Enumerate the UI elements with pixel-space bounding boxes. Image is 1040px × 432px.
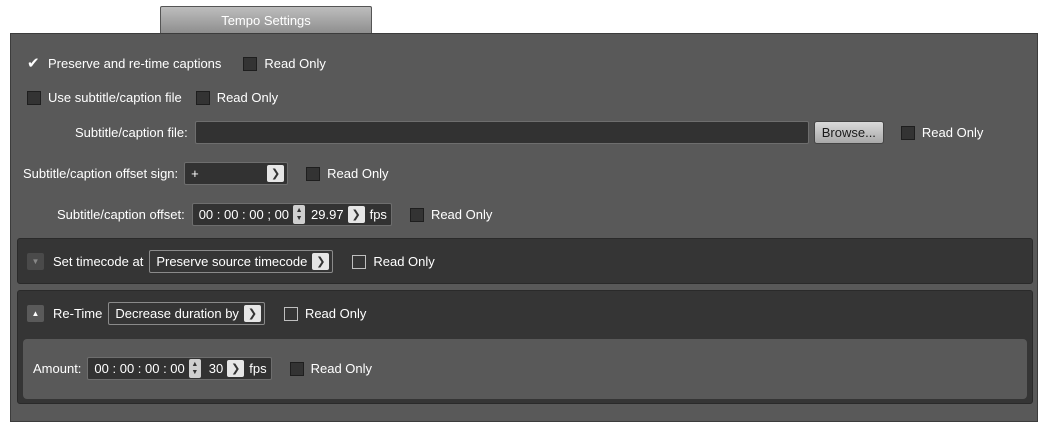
amount-timecode-input[interactable]: 00 : 00 : 00 : 00 ▲ ▼ 30 ❯ fps [87,357,272,380]
set-timecode-readonly-checkbox[interactable] [352,254,367,269]
retime-value: Decrease duration by [115,306,239,321]
chevron-down-icon[interactable]: ❯ [347,206,365,223]
chevron-down-icon: ❯ [243,305,261,322]
tempo-settings-panel: Preserve and re-time captions Read Only … [10,33,1038,422]
use-file-checkbox[interactable] [27,90,41,105]
offset-sign-value: + [191,166,199,181]
browse-button[interactable]: Browse... [813,121,884,144]
spinner-icon[interactable]: ▲ ▼ [188,359,201,378]
offset-sign-readonly-label: Read Only [327,166,389,181]
retime-readonly-label: Read Only [304,306,367,321]
caption-file-readonly-label: Read Only [921,125,984,140]
preserve-readonly-label: Read Only [264,56,326,71]
caption-file-label: Subtitle/caption file: [75,125,188,140]
triangle-icon[interactable]: ▼ [27,253,44,270]
caption-file-row: Subtitle/caption file: Browse... Read On… [75,121,983,144]
amount-rate-value: 30 [208,361,224,376]
offset-row: Subtitle/caption offset: 00 : 00 : 00 ; … [57,203,492,226]
amount-readonly-checkbox[interactable] [289,361,304,376]
retime-label: Re-Time [53,306,103,321]
amount-subsection: Amount: 00 : 00 : 00 : 00 ▲ ▼ 30 ❯ fps Re… [23,339,1027,399]
set-timecode-label: Set timecode at [53,254,144,269]
use-file-row: Use subtitle/caption file Read Only [27,90,278,105]
use-file-readonly-label: Read Only [216,90,279,105]
offset-sign-row: Subtitle/caption offset sign: + ❯ Read O… [23,162,389,185]
caption-file-input[interactable] [194,121,809,144]
set-timecode-select[interactable]: Preserve source timecode ❯ [149,250,334,273]
retime-row: ▲ Re-Time Decrease duration by ❯ Read On… [27,302,366,325]
retime-readonly-checkbox[interactable] [283,306,298,321]
offset-sign-readonly-checkbox[interactable] [306,166,321,181]
offset-sign-select[interactable]: + ❯ [184,162,289,185]
set-timecode-row: ▼ Set timecode at Preserve source timeco… [27,250,435,273]
use-file-readonly-checkbox[interactable] [195,90,210,105]
chevron-down-icon: ❯ [267,165,285,182]
set-timecode-section: ▼ Set timecode at Preserve source timeco… [17,238,1033,284]
offset-readonly-checkbox[interactable] [409,207,424,222]
offset-sign-label: Subtitle/caption offset sign: [23,166,179,181]
triangle-icon[interactable]: ▲ [27,305,44,322]
amount-readonly-label: Read Only [310,361,373,376]
offset-readonly-label: Read Only [430,207,493,222]
preserve-checkbox[interactable] [27,54,41,72]
set-timecode-value: Preserve source timecode [156,254,308,269]
retime-section: ▲ Re-Time Decrease duration by ❯ Read On… [17,290,1033,404]
offset-label: Subtitle/caption offset: [57,207,185,222]
caption-file-readonly-checkbox[interactable] [900,125,915,140]
offset-timecode-input[interactable]: 00 : 00 : 00 ; 00 ▲ ▼ 29.97 ❯ fps [191,203,392,226]
chevron-down-icon[interactable]: ❯ [227,360,245,377]
spinner-icon[interactable]: ▲ ▼ [293,205,306,224]
use-file-label: Use subtitle/caption file [48,90,182,105]
offset-timecode-value: 00 : 00 : 00 ; 00 [198,207,290,222]
tab-tempo-settings[interactable]: Tempo Settings [160,6,372,34]
preserve-row: Preserve and re-time captions Read Only [27,54,326,72]
amount-label: Amount: [33,361,82,376]
amount-unit: fps [249,361,267,376]
amount-row: Amount: 00 : 00 : 00 : 00 ▲ ▼ 30 ❯ fps Re… [33,357,372,380]
preserve-label: Preserve and re-time captions [48,56,222,71]
offset-rate-value: 29.97 [311,207,344,222]
offset-unit: fps [369,207,387,222]
set-timecode-readonly-label: Read Only [373,254,435,269]
preserve-readonly-checkbox[interactable] [243,56,258,71]
amount-timecode-value: 00 : 00 : 00 : 00 [94,361,185,376]
retime-select[interactable]: Decrease duration by ❯ [108,302,265,325]
chevron-down-icon: ❯ [312,253,330,270]
